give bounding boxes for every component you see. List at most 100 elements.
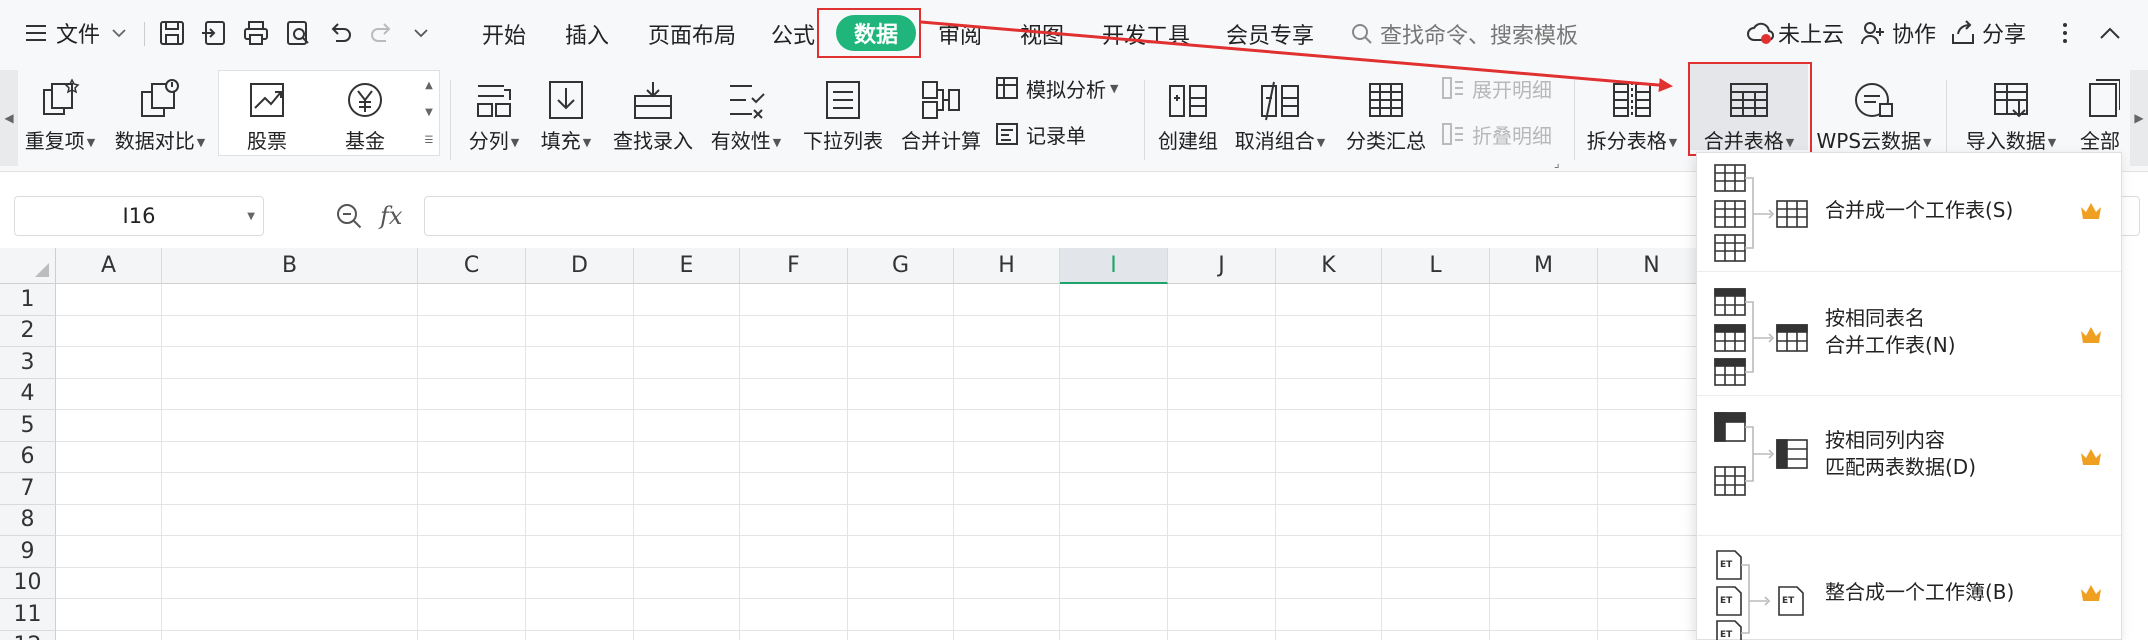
merge-into-one-workbook-item[interactable]: ET ET ET ET 整合成一个工作簿(B) bbox=[1697, 539, 2123, 640]
validity-button[interactable]: 有效性 ▼ bbox=[706, 72, 786, 166]
record-form-button[interactable]: 记录单 bbox=[994, 116, 1086, 152]
match-two-tables-item[interactable]: 按相同列内容 匹配两表数据(D) bbox=[1697, 399, 2123, 511]
row-header-11[interactable]: 11 bbox=[0, 599, 56, 631]
collaborate-icon bbox=[1861, 22, 1884, 45]
collaborate-button[interactable]: 协作 bbox=[1860, 0, 1936, 66]
duplicates-button[interactable]: 重复项 ▼ bbox=[18, 72, 102, 166]
row-header-9[interactable]: 9 bbox=[0, 536, 56, 568]
print-button[interactable] bbox=[242, 0, 270, 66]
column-header-k[interactable]: K bbox=[1276, 248, 1382, 284]
tab-insert[interactable]: 插入 bbox=[565, 14, 609, 54]
column-header-l[interactable]: L bbox=[1382, 248, 1490, 284]
fund-label: 基金 bbox=[345, 129, 385, 153]
row-header-12[interactable]: 12 bbox=[0, 630, 56, 640]
row-header-7[interactable]: 7 bbox=[0, 473, 56, 505]
data-compare-icon bbox=[141, 79, 179, 117]
simulate-analysis-button[interactable]: 模拟分析 ▼ bbox=[994, 70, 1118, 106]
quick-access-more-button[interactable] bbox=[412, 0, 430, 66]
column-header-i[interactable]: I bbox=[1060, 248, 1168, 284]
cloud-sync-icon bbox=[1747, 22, 1774, 44]
menu-separator bbox=[1697, 535, 2121, 536]
merge-table-menu: 合并成一个工作表(S) 按相同表名 合并工作表(N) 按相同列内容 匹配两表数据… bbox=[1696, 152, 2122, 640]
ungroup-button[interactable]: 取消组合 ▼ bbox=[1230, 72, 1330, 166]
tab-home[interactable]: 开始 bbox=[482, 14, 526, 54]
dropdown-list-button[interactable]: 下拉列表 bbox=[798, 72, 888, 166]
match-two-tables-label: 按相同列内容 匹配两表数据(D) bbox=[1825, 427, 1976, 481]
lookup-entry-button[interactable]: 查找录入 bbox=[608, 72, 698, 166]
column-header-h[interactable]: H bbox=[954, 248, 1060, 284]
split-table-button[interactable]: 拆分表格 ▼ bbox=[1582, 72, 1682, 166]
ribbon-scroll-right[interactable]: ▶ bbox=[2130, 70, 2148, 166]
export-pdf-button[interactable] bbox=[200, 0, 228, 66]
data-compare-button[interactable]: 数据对比 ▼ bbox=[108, 72, 212, 166]
zoom-formula-icon[interactable] bbox=[334, 201, 364, 231]
print-icon bbox=[244, 21, 268, 45]
more-options-button[interactable] bbox=[2060, 0, 2070, 66]
name-box[interactable]: I16 ▼ bbox=[14, 196, 264, 236]
column-header-e[interactable]: E bbox=[634, 248, 740, 284]
tab-developer[interactable]: 开发工具 bbox=[1102, 14, 1190, 54]
stock-button[interactable]: 股票 bbox=[228, 72, 306, 166]
column-header-b[interactable]: B bbox=[162, 248, 418, 284]
subtotal-label: 分类汇总 bbox=[1346, 129, 1426, 153]
gallery-down-icon[interactable]: ▼ bbox=[425, 107, 433, 118]
create-group-button[interactable]: 创建组 bbox=[1150, 72, 1226, 166]
formula-tools: fx bbox=[334, 196, 402, 236]
tab-view[interactable]: 视图 bbox=[1020, 14, 1064, 54]
collapse-detail-button[interactable]: 折叠明细 bbox=[1440, 116, 1552, 152]
share-button[interactable]: 分享 bbox=[1950, 0, 2026, 66]
row-header-3[interactable]: 3 bbox=[0, 347, 56, 379]
row-header-5[interactable]: 5 bbox=[0, 410, 56, 442]
redo-button[interactable] bbox=[368, 0, 396, 66]
chevron-down-icon[interactable]: ▼ bbox=[247, 211, 255, 222]
tab-member[interactable]: 会员专享 bbox=[1226, 14, 1314, 54]
duplicates-icon bbox=[43, 78, 80, 115]
merge-sheets-icon bbox=[1714, 164, 1808, 262]
ribbon-divider bbox=[1574, 80, 1575, 160]
gallery-scroll[interactable]: ▲ ▼ ☰ bbox=[418, 72, 440, 154]
print-preview-button[interactable] bbox=[284, 0, 312, 66]
command-search[interactable]: 查找命令、搜索模板 bbox=[1350, 14, 1578, 54]
column-header-j[interactable]: J bbox=[1168, 248, 1276, 284]
et-file-label: ET bbox=[1720, 630, 1733, 640]
consolidate-button[interactable]: 合并计算 bbox=[896, 72, 986, 166]
expand-detail-button[interactable]: 展开明细 bbox=[1440, 70, 1552, 106]
grid-row-line bbox=[56, 566, 1696, 568]
grid-column-line bbox=[633, 284, 634, 640]
column-header-f[interactable]: F bbox=[740, 248, 848, 284]
tab-page-layout[interactable]: 页面布局 bbox=[648, 14, 736, 54]
fill-button[interactable]: 填充 ▼ bbox=[532, 72, 600, 166]
undo-button[interactable] bbox=[326, 0, 354, 66]
gallery-expand-icon[interactable]: ☰ bbox=[425, 135, 434, 146]
split-column-button[interactable]: 分列 ▼ bbox=[458, 72, 530, 166]
row-header-2[interactable]: 2 bbox=[0, 315, 56, 347]
save-button[interactable] bbox=[158, 0, 186, 66]
row-header-8[interactable]: 8 bbox=[0, 504, 56, 536]
fund-button[interactable]: 基金 bbox=[326, 72, 404, 166]
column-header-c[interactable]: C bbox=[418, 248, 526, 284]
group-settings-icon[interactable]: ⌟ bbox=[1554, 156, 1560, 170]
collapse-ribbon-button[interactable] bbox=[2098, 0, 2122, 66]
ribbon-scroll-left[interactable]: ◀ bbox=[0, 70, 18, 166]
tab-review[interactable]: 审阅 bbox=[938, 14, 982, 54]
data-compare-label: 数据对比 bbox=[114, 129, 195, 153]
simulate-label: 模拟分析 bbox=[1026, 77, 1106, 102]
merge-into-one-sheet-item[interactable]: 合并成一个工作表(S) bbox=[1697, 153, 2123, 269]
row-header-10[interactable]: 10 bbox=[0, 567, 56, 599]
column-header-a[interactable]: A bbox=[56, 248, 162, 284]
fx-icon[interactable]: fx bbox=[380, 202, 402, 230]
cloud-status-button[interactable]: 未上云 bbox=[1746, 0, 1844, 66]
subtotal-button[interactable]: 分类汇总 bbox=[1342, 72, 1430, 166]
gallery-up-icon[interactable]: ▲ bbox=[425, 80, 433, 91]
column-header-g[interactable]: G bbox=[848, 248, 954, 284]
column-header-n[interactable]: N bbox=[1598, 248, 1706, 284]
select-all-corner[interactable] bbox=[0, 248, 56, 284]
file-menu[interactable]: 文件 bbox=[24, 0, 128, 66]
row-header-6[interactable]: 6 bbox=[0, 441, 56, 473]
column-header-m[interactable]: M bbox=[1490, 248, 1598, 284]
merge-by-sheet-name-item[interactable]: 按相同表名 合并工作表(N) bbox=[1697, 275, 2123, 393]
tab-formulas[interactable]: 公式 bbox=[771, 14, 815, 54]
row-header-4[interactable]: 4 bbox=[0, 378, 56, 410]
column-header-d[interactable]: D bbox=[526, 248, 634, 284]
row-header-1[interactable]: 1 bbox=[0, 284, 56, 316]
